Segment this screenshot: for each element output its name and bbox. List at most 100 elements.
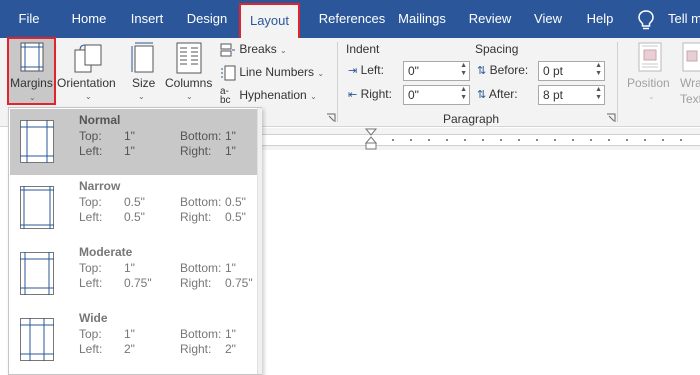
ruler-tick	[644, 139, 646, 141]
spacing-before-input[interactable]: 0 pt ▲ ▼	[538, 61, 605, 81]
spinner-arrows-icon[interactable]: ▲ ▼	[460, 62, 467, 78]
left-value: 0.75"	[124, 276, 152, 290]
paragraph-launcher-icon[interactable]	[606, 113, 616, 123]
line-numbers-button[interactable]: Line Numbers ⌄	[220, 62, 324, 82]
margin-preview-icon	[20, 120, 54, 163]
margins-icon	[20, 42, 44, 72]
lightbulb-icon[interactable]	[636, 9, 656, 31]
spacing-after-icon: ⇅	[477, 89, 487, 101]
right-value: 0.5"	[225, 210, 246, 224]
spinner-arrows-icon[interactable]: ▲ ▼	[595, 62, 602, 78]
columns-label: Columns	[165, 76, 213, 90]
indent-right-icon: ⇤	[348, 89, 358, 101]
line-numbers-label: Line Numbers	[239, 65, 315, 79]
indent-left-input[interactable]: 0" ▲ ▼	[403, 61, 470, 81]
breaks-label: Breaks	[239, 42, 277, 56]
preset-name: Narrow	[79, 179, 121, 193]
paragraph-group-title: Paragraph	[443, 112, 500, 126]
indent-marker-icon[interactable]	[365, 128, 377, 150]
indent-left-icon: ⇥	[348, 65, 358, 77]
ruler-tick	[482, 139, 484, 141]
breaks-button[interactable]: Breaks ⌄	[220, 39, 287, 59]
margin-preset-moderate[interactable]: Moderate Top: 1" Bottom: 1" Left: 0.75" …	[10, 241, 261, 307]
chevron-down-icon: ⌄	[85, 92, 92, 101]
top-value: 1"	[124, 129, 135, 143]
bottom-value: 1"	[225, 129, 236, 143]
group-separator	[617, 42, 618, 122]
chevron-down-icon: ⌄	[648, 92, 655, 101]
indent-right-input[interactable]: 0" ▲ ▼	[403, 85, 470, 105]
chevron-down-icon: ⌄	[138, 92, 145, 101]
spacing-heading: Spacing	[475, 42, 519, 56]
wrap-text-label: Wra	[680, 76, 700, 90]
tab-help[interactable]: Help	[580, 0, 620, 38]
wrap-text-icon	[682, 42, 700, 72]
tab-references[interactable]: References	[310, 0, 394, 38]
spacing-after-label: ⇅ After:	[477, 87, 518, 101]
page-setup-launcher-icon[interactable]	[326, 113, 336, 123]
margin-preview-icon	[20, 318, 54, 361]
tab-mailings[interactable]: Mailings	[392, 0, 452, 38]
document-page[interactable]	[262, 150, 700, 375]
tab-review[interactable]: Review	[463, 0, 517, 38]
ruler-tick	[590, 139, 592, 141]
ruler-tick	[428, 139, 430, 141]
chevron-down-icon: ⌄	[280, 46, 287, 55]
top-value: 1"	[124, 327, 135, 341]
ruler-tick	[518, 139, 520, 141]
ribbon-tab-bar: File Home Insert Design Layout Reference…	[0, 0, 700, 38]
tab-layout[interactable]: Layout	[239, 3, 300, 38]
hyphenation-button[interactable]: a-bc Hyphenation ⌄	[220, 85, 317, 105]
left-label: Left:	[79, 144, 103, 158]
left-value: 2"	[124, 342, 135, 356]
top-label: Top:	[79, 327, 102, 341]
ruler-tick	[536, 139, 538, 141]
bottom-label: Bottom:	[180, 327, 222, 341]
tell-me-search[interactable]: Tell m	[668, 0, 700, 37]
tab-insert[interactable]: Insert	[124, 0, 170, 38]
margins-label: Margins	[10, 76, 53, 90]
ruler-tick	[410, 139, 412, 141]
bottom-label: Bottom:	[180, 195, 222, 209]
ruler-tick	[608, 139, 610, 141]
bottom-value: 1"	[225, 327, 236, 341]
bottom-value: 0.5"	[225, 195, 246, 209]
tab-home[interactable]: Home	[66, 0, 112, 38]
margin-preset-normal[interactable]: Normal Top: 1" Bottom: 1" Left: 1" Right…	[10, 109, 261, 175]
horizontal-ruler[interactable]	[262, 128, 700, 150]
spinner-arrows-icon[interactable]: ▲ ▼	[460, 86, 467, 102]
right-label: Right:	[180, 144, 212, 158]
ruler-tick	[464, 139, 466, 141]
bottom-label: Bottom:	[180, 261, 222, 275]
position-icon	[638, 42, 662, 72]
tab-file[interactable]: File	[9, 0, 49, 38]
margins-button[interactable]: Margins ⌄	[7, 37, 56, 105]
wrap-text-label-2: Text	[680, 92, 700, 106]
ruler-tick	[680, 139, 682, 141]
ruler-tick	[626, 139, 628, 141]
dropdown-scrollbar[interactable]	[257, 108, 262, 374]
line-numbers-icon	[221, 65, 236, 81]
hyphenation-label: Hyphenation	[239, 88, 307, 102]
tab-view[interactable]: View	[529, 0, 567, 38]
top-value: 0.5"	[124, 195, 145, 209]
orientation-label: Orientation	[57, 76, 116, 90]
chevron-down-icon: ⌄	[186, 92, 193, 101]
chevron-down-icon: ⌄	[29, 93, 36, 102]
spinner-arrows-icon[interactable]: ▲ ▼	[595, 86, 602, 102]
ruler-tick	[392, 139, 394, 141]
preset-name: Moderate	[79, 245, 133, 259]
tab-design[interactable]: Design	[180, 0, 234, 38]
page-size-icon	[131, 42, 154, 73]
ruler-tick	[662, 139, 664, 141]
spacing-after-input[interactable]: 8 pt ▲ ▼	[538, 85, 605, 105]
margin-preset-wide[interactable]: Wide Top: 1" Bottom: 1" Left: 2" Right: …	[10, 307, 261, 373]
right-value: 1"	[225, 144, 236, 158]
indent-left-label: ⇥ Left:	[348, 63, 384, 77]
ruler-tick	[446, 139, 448, 141]
ruler-tick	[500, 139, 502, 141]
group-separator	[337, 42, 338, 122]
ruler-strip	[262, 134, 700, 146]
margin-preset-narrow[interactable]: Narrow Top: 0.5" Bottom: 0.5" Left: 0.5"…	[10, 175, 261, 241]
margin-preview-icon	[20, 186, 54, 229]
